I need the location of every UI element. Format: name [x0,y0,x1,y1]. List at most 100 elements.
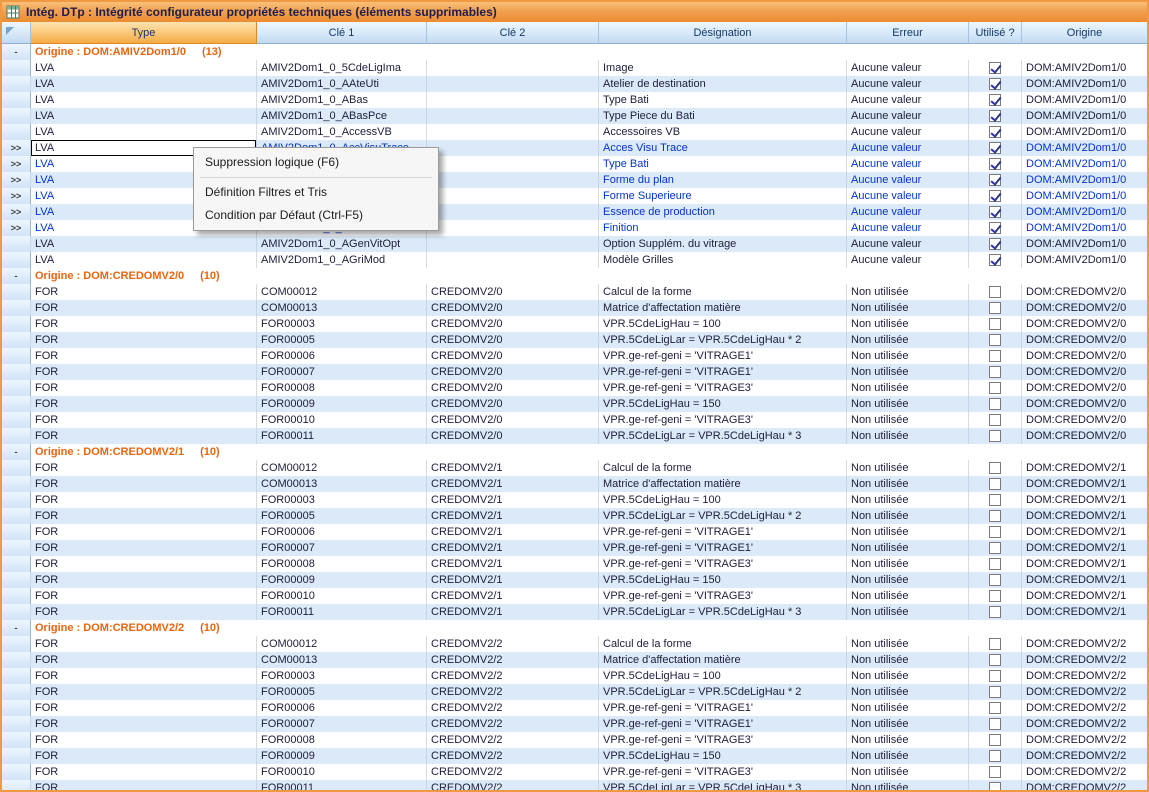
row-selector[interactable] [2,732,31,748]
cell-utilise[interactable] [969,780,1022,792]
cell-origine[interactable]: DOM:CREDOMV2/2 [1022,716,1147,732]
row-selector[interactable]: >> [2,204,31,220]
cell-type[interactable]: LVA [31,92,257,108]
cell-erreur[interactable]: Non utilisée [847,700,969,716]
select-all-corner[interactable] [2,22,31,44]
cell-origine[interactable]: DOM:AMIV2Dom1/0 [1022,252,1147,268]
cell-origine[interactable]: DOM:CREDOMV2/2 [1022,700,1147,716]
cell-designation[interactable]: Forme du plan [599,172,847,188]
used-checkbox[interactable] [989,638,1001,650]
cell-cle1[interactable]: FOR00003 [257,668,427,684]
cell-designation[interactable]: Finition [599,220,847,236]
cell-cle2[interactable]: CREDOMV2/2 [427,764,599,780]
cell-utilise[interactable] [969,636,1022,652]
cell-designation[interactable]: VPR.ge-ref-geni = 'VITRAGE1' [599,364,847,380]
used-checkbox[interactable] [989,526,1001,538]
cell-origine[interactable]: DOM:AMIV2Dom1/0 [1022,124,1147,140]
cell-origine[interactable]: DOM:AMIV2Dom1/0 [1022,172,1147,188]
cell-utilise[interactable] [969,124,1022,140]
cell-origine[interactable]: DOM:CREDOMV2/1 [1022,524,1147,540]
row-selector[interactable] [2,604,31,620]
column-header-utilise[interactable]: Utilisé ? [969,22,1022,44]
cell-cle2[interactable]: CREDOMV2/1 [427,556,599,572]
column-header-cle1[interactable]: Clé 1 [257,22,427,44]
cell-cle2[interactable] [427,92,599,108]
cell-erreur[interactable]: Non utilisée [847,764,969,780]
group-collapse-toggle[interactable]: - [2,620,31,636]
cell-erreur[interactable]: Non utilisée [847,492,969,508]
used-checkbox[interactable] [989,574,1001,586]
cell-utilise[interactable] [969,764,1022,780]
cell-cle1[interactable]: FOR00010 [257,764,427,780]
cell-erreur[interactable]: Non utilisée [847,716,969,732]
cell-utilise[interactable] [969,156,1022,172]
table-row[interactable]: FORFOR00003CREDOMV2/2VPR.5CdeLigHau = 10… [2,668,1147,684]
cell-utilise[interactable] [969,700,1022,716]
cell-cle2[interactable] [427,124,599,140]
cell-erreur[interactable]: Non utilisée [847,364,969,380]
cell-cle2[interactable]: CREDOMV2/1 [427,476,599,492]
cell-origine[interactable]: DOM:CREDOMV2/1 [1022,572,1147,588]
cell-type[interactable]: FOR [31,300,257,316]
cell-erreur[interactable]: Aucune valeur [847,220,969,236]
group-collapse-toggle[interactable]: - [2,44,31,60]
used-checkbox[interactable] [989,78,1001,90]
used-checkbox[interactable] [989,478,1001,490]
cell-designation[interactable]: VPR.ge-ref-geni = 'VITRAGE1' [599,348,847,364]
cell-origine[interactable]: DOM:AMIV2Dom1/0 [1022,188,1147,204]
used-checkbox[interactable] [989,782,1001,792]
cell-type[interactable]: FOR [31,732,257,748]
cell-cle1[interactable]: AMIV2Dom1_0_AGriMod [257,252,427,268]
table-row[interactable]: FORFOR00005CREDOMV2/2VPR.5CdeLigLar = VP… [2,684,1147,700]
row-selector[interactable] [2,748,31,764]
cell-origine[interactable]: DOM:AMIV2Dom1/0 [1022,204,1147,220]
cell-erreur[interactable]: Non utilisée [847,508,969,524]
table-row[interactable]: LVAAMIV2Dom1_0_ABasPceType Piece du Bati… [2,108,1147,124]
cell-erreur[interactable]: Non utilisée [847,332,969,348]
used-checkbox[interactable] [989,686,1001,698]
cell-type[interactable]: LVA [31,108,257,124]
group-header-row[interactable]: -Origine : DOM:AMIV2Dom1/0(13) [2,44,1147,60]
table-row[interactable]: FORFOR00010CREDOMV2/0VPR.ge-ref-geni = '… [2,412,1147,428]
cell-cle2[interactable]: CREDOMV2/0 [427,380,599,396]
row-selector[interactable] [2,684,31,700]
cell-utilise[interactable] [969,556,1022,572]
table-row[interactable]: >>LVAAMIV2Dom1_0_AGenFinFinitionAucune v… [2,220,1147,236]
table-row[interactable]: LVAAMIV2Dom1_0_5CdeLigImaImageAucune val… [2,60,1147,76]
column-header-erreur[interactable]: Erreur [847,22,969,44]
cell-erreur[interactable]: Non utilisée [847,652,969,668]
table-row[interactable]: FORFOR00008CREDOMV2/2VPR.ge-ref-geni = '… [2,732,1147,748]
cell-type[interactable]: LVA [31,76,257,92]
table-row[interactable]: LVAAMIV2Dom1_0_AAteUtiAtelier de destina… [2,76,1147,92]
cell-origine[interactable]: DOM:CREDOMV2/2 [1022,732,1147,748]
cell-cle2[interactable] [427,156,599,172]
row-selector[interactable] [2,252,31,268]
table-row[interactable]: FORCOM00012CREDOMV2/1Calcul de la formeN… [2,460,1147,476]
cell-utilise[interactable] [969,604,1022,620]
row-selector[interactable] [2,76,31,92]
cell-origine[interactable]: DOM:CREDOMV2/0 [1022,364,1147,380]
cell-erreur[interactable]: Aucune valeur [847,236,969,252]
cell-cle1[interactable]: FOR00011 [257,780,427,792]
cell-cle2[interactable]: CREDOMV2/0 [427,284,599,300]
group-header-row[interactable]: -Origine : DOM:CREDOMV2/1(10) [2,444,1147,460]
group-collapse-toggle[interactable]: - [2,268,31,284]
row-selector[interactable] [2,348,31,364]
cell-designation[interactable]: VPR.5CdeLigLar = VPR.5CdeLigHau * 2 [599,684,847,700]
cell-cle2[interactable]: CREDOMV2/1 [427,588,599,604]
cell-origine[interactable]: DOM:CREDOMV2/1 [1022,508,1147,524]
cell-origine[interactable]: DOM:CREDOMV2/1 [1022,556,1147,572]
used-checkbox[interactable] [989,190,1001,202]
table-row[interactable]: FORFOR00010CREDOMV2/1VPR.ge-ref-geni = '… [2,588,1147,604]
cell-type[interactable]: FOR [31,460,257,476]
cell-type[interactable]: FOR [31,636,257,652]
cell-utilise[interactable] [969,652,1022,668]
cell-designation[interactable]: Matrice d'affectation matière [599,300,847,316]
cell-cle2[interactable]: CREDOMV2/0 [427,316,599,332]
cell-cle2[interactable]: CREDOMV2/0 [427,364,599,380]
used-checkbox[interactable] [989,318,1001,330]
cell-designation[interactable]: VPR.ge-ref-geni = 'VITRAGE3' [599,380,847,396]
cell-origine[interactable]: DOM:CREDOMV2/2 [1022,652,1147,668]
cell-type[interactable]: LVA [31,252,257,268]
cell-cle2[interactable]: CREDOMV2/2 [427,700,599,716]
